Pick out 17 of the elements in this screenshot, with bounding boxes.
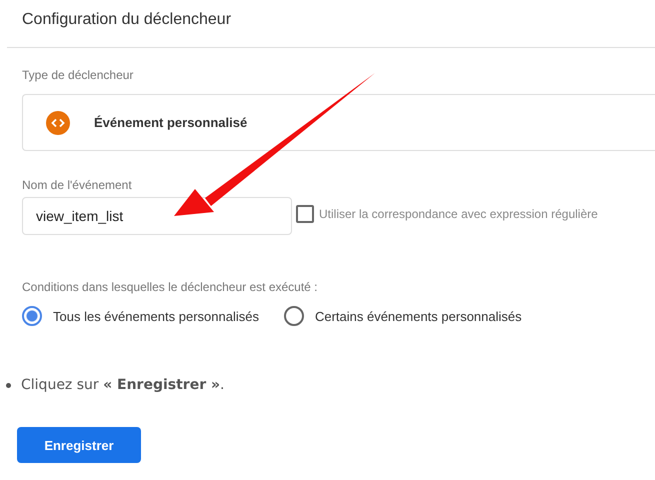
conditions-label: Conditions dans lesquelles le déclencheur est exécuté : (22, 280, 319, 294)
radio-button[interactable] (284, 306, 304, 326)
field-label: Type de déclencheur (22, 68, 134, 82)
bullet-icon (6, 382, 11, 388)
checkbox-label: Utiliser la correspondance avec expression régulière (319, 207, 598, 221)
checkbox[interactable] (296, 205, 314, 223)
code-icon (46, 110, 70, 134)
panel-title: Configuration du déclencheur (7, 0, 655, 48)
trigger-type-name: Événement personnalisé (94, 115, 248, 130)
field-label: Nom de l'événement (22, 178, 133, 192)
save-button[interactable]: Enregistrer (17, 427, 141, 463)
instruction-text: Cliquez sur « Enregistrer ». (21, 377, 224, 393)
event-name-field[interactable]: view_item_list (22, 197, 292, 235)
trigger-type-card[interactable]: Événement personnalisé (22, 94, 655, 151)
radio-button[interactable] (22, 306, 42, 326)
radio-label: Certains événements personnalisés (314, 308, 522, 324)
radio-label: Tous les événements personnalisés (53, 308, 259, 324)
